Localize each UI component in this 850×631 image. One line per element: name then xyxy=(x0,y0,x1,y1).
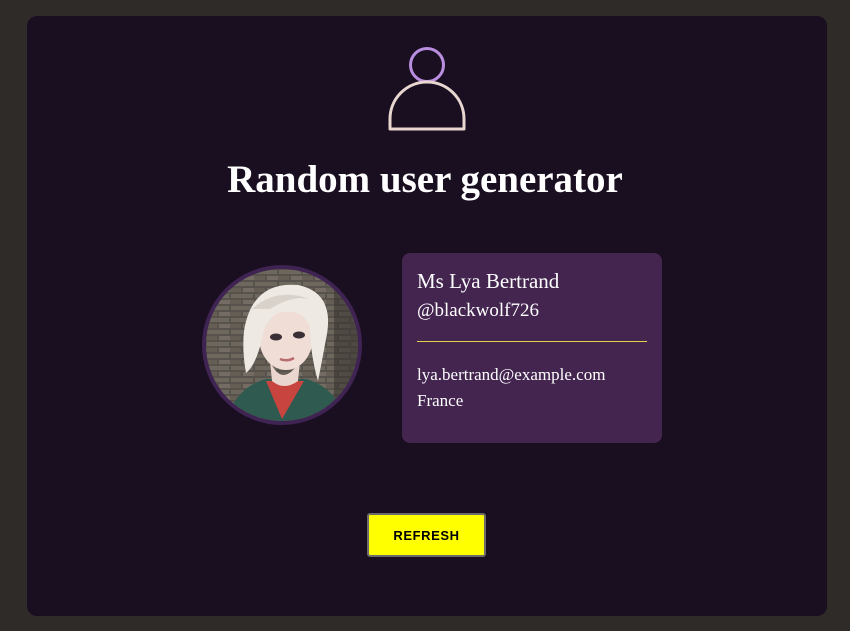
user-email: lya.bertrand@example.com xyxy=(417,365,606,384)
user-handle: @blackwolf726 xyxy=(417,300,539,321)
avatar xyxy=(202,265,362,425)
user-country: France xyxy=(417,391,464,410)
divider xyxy=(417,341,647,342)
user-icon xyxy=(388,47,466,131)
refresh-button[interactable]: REFRESH xyxy=(367,513,486,557)
user-info-card: Ms Lya Bertrand @blackwolf726 lya.bertra… xyxy=(402,253,662,443)
user-name: Ms Lya Bertrand xyxy=(417,269,560,293)
page-title: Random user generator xyxy=(227,158,623,201)
